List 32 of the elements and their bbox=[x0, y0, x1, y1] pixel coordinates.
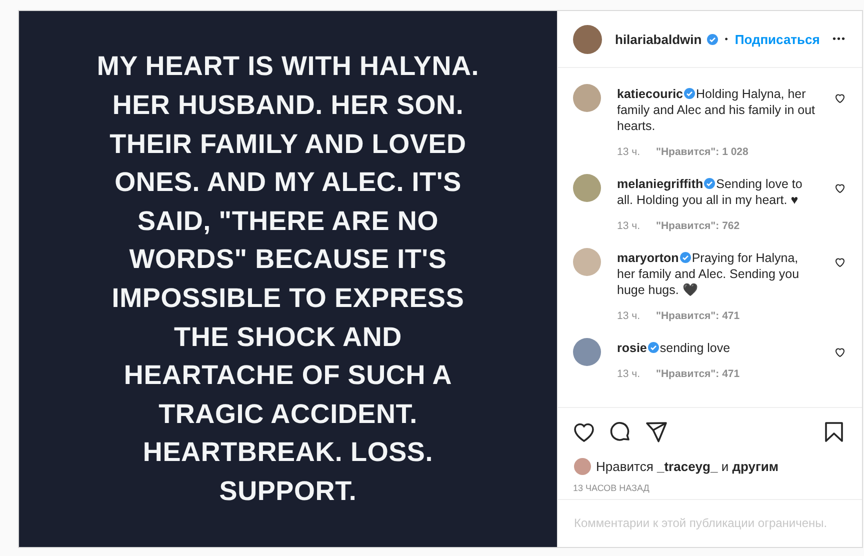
heart-icon[interactable] bbox=[834, 92, 846, 104]
comment-time: 13 ч. bbox=[617, 368, 640, 380]
comment-text: rosie sending love bbox=[617, 340, 732, 356]
heart-icon[interactable] bbox=[834, 346, 846, 358]
comment-time: 13 ч. bbox=[617, 146, 640, 158]
username-link[interactable]: _traceyg_ bbox=[656, 459, 718, 474]
share-icon[interactable] bbox=[644, 420, 668, 444]
avatar[interactable] bbox=[573, 174, 601, 202]
more-options-button[interactable]: ••• bbox=[832, 34, 846, 44]
username-link[interactable]: maryorton bbox=[617, 251, 679, 265]
comment-text: katiecouric Holding Halyna, her family and Alec and his family in out hearts. bbox=[617, 86, 816, 134]
bookmark-icon[interactable] bbox=[822, 420, 846, 444]
username-link[interactable]: rosie bbox=[617, 341, 647, 355]
username-link[interactable]: hilariabaldwin bbox=[615, 32, 702, 46]
username-link[interactable]: katiecouric bbox=[617, 87, 684, 101]
avatar bbox=[574, 458, 591, 475]
likes-text: Нравится _traceyg_ и другим bbox=[596, 459, 778, 474]
comment-icon[interactable] bbox=[608, 420, 632, 444]
comment-time: 13 ч. bbox=[617, 220, 640, 232]
avatar[interactable] bbox=[573, 338, 601, 366]
comments-restricted-notice: Комментарии к этой публикации ограничены. bbox=[573, 515, 828, 532]
post-timestamp: 13 ЧАСОВ НАЗАД bbox=[558, 475, 862, 500]
heart-icon[interactable] bbox=[834, 182, 846, 194]
others-link[interactable]: другим bbox=[732, 459, 778, 474]
separator-dot: • bbox=[724, 34, 728, 44]
comment-text: maryorton Praying for Halyna, her family and Alec. Sending you huge hugs. 🖤 bbox=[617, 250, 800, 298]
avatar[interactable] bbox=[573, 24, 602, 54]
comment-text: melaniegriffith Sending love to all. Holding you all in my heart. ♥ bbox=[617, 176, 804, 208]
comment-time: 13 ч. bbox=[617, 310, 640, 322]
username-link[interactable]: melaniegriffith bbox=[617, 177, 704, 191]
post-image-text: MY HEART IS WITH HALYNA. HER HUSBAND. HER SON. THEIR FAMILY AND LOVED ONES. AND MY ALEC. IT'S SAID, "THERE ARE NO WORDS" BECAUSE IT'S IMPOSSIBLE TO EXPRESS THE SHOCK AND HEARTACHE OF SUCH A TRAGIC ACCIDENT. HEARTBREAK. LOSS. SUPPORT. bbox=[96, 50, 480, 508]
heart-icon[interactable] bbox=[834, 256, 846, 268]
